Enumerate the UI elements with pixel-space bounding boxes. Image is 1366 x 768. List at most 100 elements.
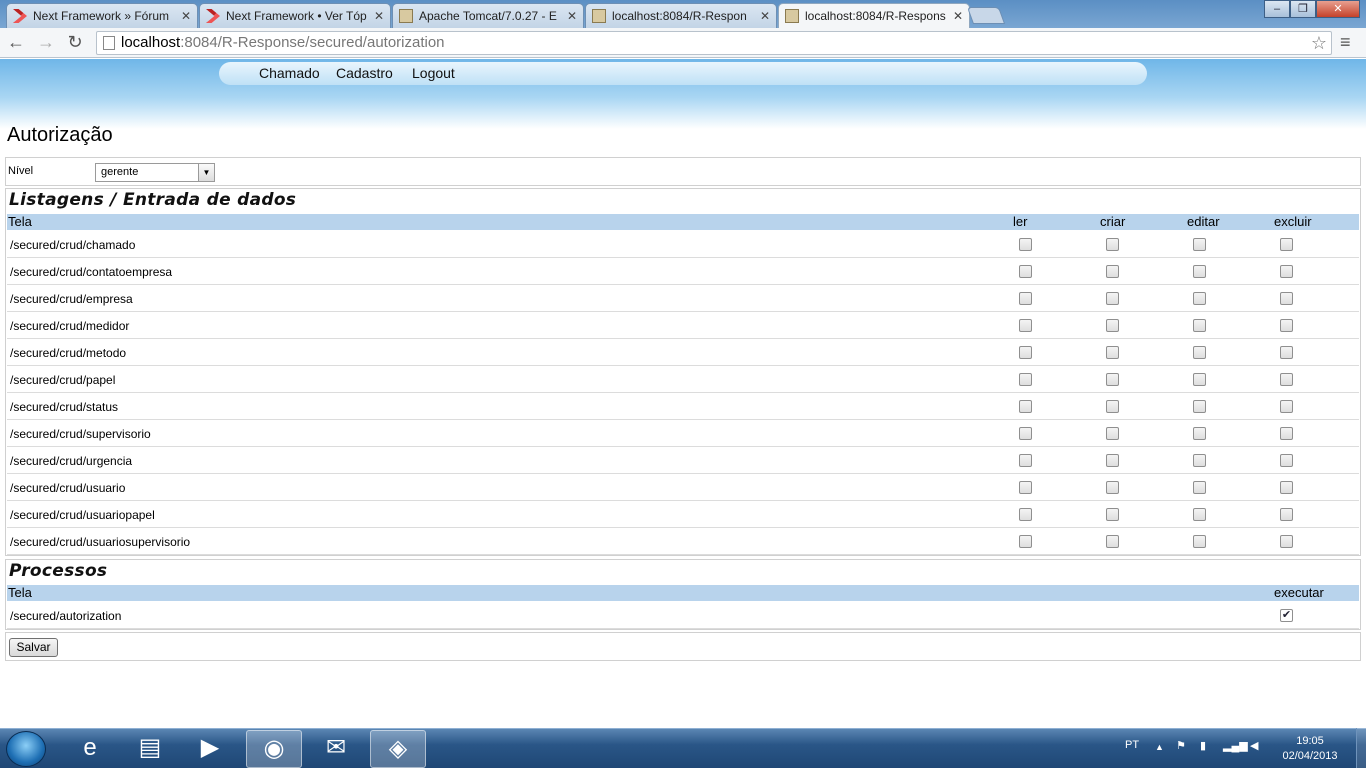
reload-icon[interactable]: ↻	[64, 32, 86, 53]
excluir-checkbox[interactable]	[1280, 454, 1293, 467]
chrome-icon[interactable]: ◉	[246, 730, 302, 768]
tomcat-icon	[399, 9, 413, 23]
bookmark-star-icon[interactable]: ☆	[1311, 32, 1327, 54]
close-tab-icon[interactable]: ✕	[374, 9, 384, 23]
ler-checkbox[interactable]	[1019, 373, 1032, 386]
menu-chamado[interactable]: Chamado	[259, 65, 320, 81]
excluir-checkbox[interactable]	[1280, 373, 1293, 386]
chevron-down-icon[interactable]: ▼	[198, 164, 214, 181]
ler-checkbox[interactable]	[1019, 400, 1032, 413]
system-clock[interactable]: 19:05 02/04/2013	[1280, 734, 1340, 764]
executar-checkbox[interactable]: ✔	[1280, 609, 1293, 622]
volume-icon[interactable]: ◀	[1250, 739, 1258, 752]
outlook-icon[interactable]: ✉	[308, 730, 364, 768]
save-button[interactable]: Salvar	[9, 638, 58, 657]
excluir-checkbox[interactable]	[1280, 319, 1293, 332]
browser-tab-3[interactable]: localhost:8084/R-Respon ✕	[585, 3, 777, 28]
ler-checkbox[interactable]	[1019, 346, 1032, 359]
listagens-table-header: Tela ler criar editar excluir	[7, 214, 1359, 230]
excluir-checkbox[interactable]	[1280, 481, 1293, 494]
language-indicator[interactable]: PT	[1125, 739, 1139, 751]
excluir-checkbox[interactable]	[1280, 346, 1293, 359]
editar-checkbox[interactable]	[1193, 319, 1206, 332]
criar-checkbox[interactable]	[1106, 400, 1119, 413]
criar-checkbox[interactable]	[1106, 292, 1119, 305]
editar-checkbox[interactable]	[1193, 346, 1206, 359]
editar-checkbox[interactable]	[1193, 427, 1206, 440]
editar-checkbox[interactable]	[1193, 292, 1206, 305]
close-tab-icon[interactable]: ✕	[953, 9, 963, 23]
maximize-button[interactable]: ❐	[1290, 0, 1316, 18]
browser-tab-0[interactable]: Next Framework » Fórum ✕	[6, 3, 198, 28]
criar-checkbox[interactable]	[1106, 454, 1119, 467]
excluir-checkbox[interactable]	[1280, 292, 1293, 305]
close-window-button[interactable]: ✕	[1316, 0, 1360, 18]
editar-checkbox[interactable]	[1193, 508, 1206, 521]
action-center-icon[interactable]: ⚑	[1176, 739, 1186, 752]
ler-checkbox[interactable]	[1019, 292, 1032, 305]
show-desktop-button[interactable]	[1356, 728, 1366, 768]
excluir-checkbox[interactable]	[1280, 400, 1293, 413]
criar-checkbox[interactable]	[1106, 319, 1119, 332]
power-icon[interactable]: ▮	[1200, 739, 1206, 752]
ler-checkbox[interactable]	[1019, 454, 1032, 467]
criar-checkbox[interactable]	[1106, 508, 1119, 521]
excluir-checkbox[interactable]	[1280, 535, 1293, 548]
editar-checkbox[interactable]	[1193, 238, 1206, 251]
criar-checkbox[interactable]	[1106, 238, 1119, 251]
file-explorer-icon[interactable]: ▤	[122, 730, 178, 768]
close-tab-icon[interactable]: ✕	[760, 9, 770, 23]
excluir-checkbox[interactable]	[1280, 427, 1293, 440]
tab-title: localhost:8084/R-Respons	[805, 9, 946, 23]
media-player-icon[interactable]: ▶	[182, 730, 238, 768]
back-arrow-icon[interactable]: ←	[5, 32, 27, 53]
excluir-checkbox[interactable]	[1280, 238, 1293, 251]
criar-checkbox[interactable]	[1106, 346, 1119, 359]
header-ler: ler	[1013, 214, 1028, 229]
editar-checkbox[interactable]	[1193, 454, 1206, 467]
close-tab-icon[interactable]: ✕	[567, 9, 577, 23]
nivel-label: Nível	[8, 165, 34, 177]
criar-checkbox[interactable]	[1106, 265, 1119, 278]
close-tab-icon[interactable]: ✕	[181, 9, 191, 23]
ler-checkbox[interactable]	[1019, 535, 1032, 548]
criar-checkbox[interactable]	[1106, 427, 1119, 440]
row-path: /secured/crud/empresa	[10, 292, 133, 306]
virtualbox-icon[interactable]: ◈	[370, 730, 426, 768]
editar-checkbox[interactable]	[1193, 481, 1206, 494]
browser-tab-1[interactable]: Next Framework • Ver Tóp ✕	[199, 3, 391, 28]
menu-cadastro[interactable]: Cadastro	[336, 65, 393, 81]
criar-checkbox[interactable]	[1106, 535, 1119, 548]
row-path: /secured/crud/medidor	[10, 319, 130, 333]
minimize-button[interactable]: ‒	[1264, 0, 1290, 18]
editar-checkbox[interactable]	[1193, 535, 1206, 548]
network-icon[interactable]: ▂▄▆	[1223, 739, 1248, 752]
row-path: /secured/crud/usuariosupervisorio	[10, 535, 191, 549]
nivel-select[interactable]: gerente ▼	[95, 163, 215, 182]
internet-explorer-icon[interactable]: e	[62, 730, 118, 768]
ler-checkbox[interactable]	[1019, 319, 1032, 332]
excluir-checkbox[interactable]	[1280, 508, 1293, 521]
editar-checkbox[interactable]	[1193, 373, 1206, 386]
excluir-checkbox[interactable]	[1280, 265, 1293, 278]
browser-tab-2[interactable]: Apache Tomcat/7.0.27 - E ✕	[392, 3, 584, 28]
menu-logout[interactable]: Logout	[412, 65, 455, 81]
tray-expand-icon[interactable]: ▲	[1155, 742, 1164, 752]
criar-checkbox[interactable]	[1106, 373, 1119, 386]
start-button[interactable]	[6, 731, 46, 767]
criar-checkbox[interactable]	[1106, 481, 1119, 494]
ler-checkbox[interactable]	[1019, 427, 1032, 440]
new-tab-button[interactable]	[966, 7, 1006, 24]
address-bar[interactable]: localhost:8084/R-Response/secured/autori…	[96, 31, 1332, 55]
ler-checkbox[interactable]	[1019, 481, 1032, 494]
editar-checkbox[interactable]	[1193, 265, 1206, 278]
ler-checkbox[interactable]	[1019, 265, 1032, 278]
editar-checkbox[interactable]	[1193, 400, 1206, 413]
table-row: /secured/crud/usuariosupervisorio	[7, 528, 1359, 555]
browser-tab-4[interactable]: localhost:8084/R-Respons ✕	[778, 3, 970, 28]
ler-checkbox[interactable]	[1019, 238, 1032, 251]
chrome-menu-icon[interactable]: ≡	[1340, 32, 1351, 53]
ler-checkbox[interactable]	[1019, 508, 1032, 521]
browser-toolbar: ← → ↻ localhost:8084/R-Response/secured/…	[0, 28, 1366, 58]
forward-arrow-icon[interactable]: →	[35, 32, 57, 53]
